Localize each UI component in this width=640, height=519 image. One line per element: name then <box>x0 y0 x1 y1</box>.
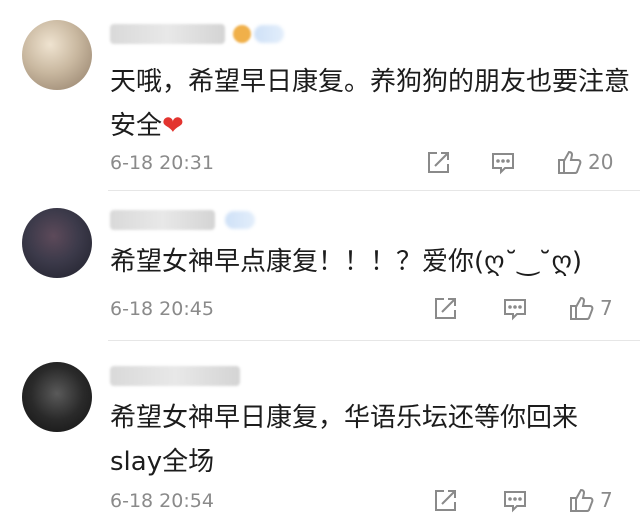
avatar[interactable] <box>22 20 92 90</box>
username-blurred[interactable] <box>110 210 215 230</box>
comment-time: 6-18 20:31 <box>110 152 214 174</box>
like-count: 7 <box>600 488 613 512</box>
user-level-badge <box>254 25 284 43</box>
comment-time: 6-18 20:54 <box>110 490 214 512</box>
username-blurred[interactable] <box>110 366 240 386</box>
thumbs-up-icon <box>558 150 582 174</box>
comment-item-1: 天哦，希望早日康复。养狗狗的朋友也要注意安全❤ 6-18 20:31 20 <box>0 0 640 190</box>
thumbs-up-icon <box>570 488 594 512</box>
comment-time: 6-18 20:45 <box>110 298 214 320</box>
user-badge-icon <box>233 25 251 43</box>
heart-emoji: ❤ <box>162 111 184 141</box>
like-count: 7 <box>600 296 613 320</box>
comment-icon <box>504 299 526 321</box>
reply-button[interactable] <box>502 296 528 322</box>
reply-button[interactable] <box>502 488 528 514</box>
share-button[interactable] <box>425 150 451 176</box>
comment-icon <box>492 153 514 175</box>
thumbs-up-icon <box>570 296 594 320</box>
comment-item-2: 希望女神早点康复！！！？爱你(ღ˘‿˘ღ) 6-18 20:45 7 <box>0 190 640 340</box>
comment-item-3: 希望女神早日康复，华语乐坛还等你回来slay全场 6-18 20:54 7 <box>0 340 640 519</box>
like-count: 20 <box>588 150 614 174</box>
avatar[interactable] <box>22 362 92 432</box>
avatar[interactable] <box>22 208 92 278</box>
comment-icon <box>504 491 526 513</box>
like-button[interactable]: 20 <box>556 148 613 176</box>
share-icon <box>428 152 449 173</box>
comment-text: 天哦，希望早日康复。养狗狗的朋友也要注意安全❤ <box>110 67 631 141</box>
comment-text: 希望女神早点康复！！！？爱你(ღ˘‿˘ღ) <box>110 247 583 277</box>
reply-button[interactable] <box>490 150 516 176</box>
user-level-badge <box>225 211 255 229</box>
share-button[interactable] <box>432 488 458 514</box>
like-button[interactable]: 7 <box>568 294 613 322</box>
username-blurred[interactable] <box>110 24 225 44</box>
share-button[interactable] <box>432 296 458 322</box>
share-icon <box>435 490 456 511</box>
comment-text: 希望女神早日康复，华语乐坛还等你回来slay全场 <box>110 403 579 477</box>
share-icon <box>435 298 456 319</box>
like-button[interactable]: 7 <box>568 486 613 514</box>
